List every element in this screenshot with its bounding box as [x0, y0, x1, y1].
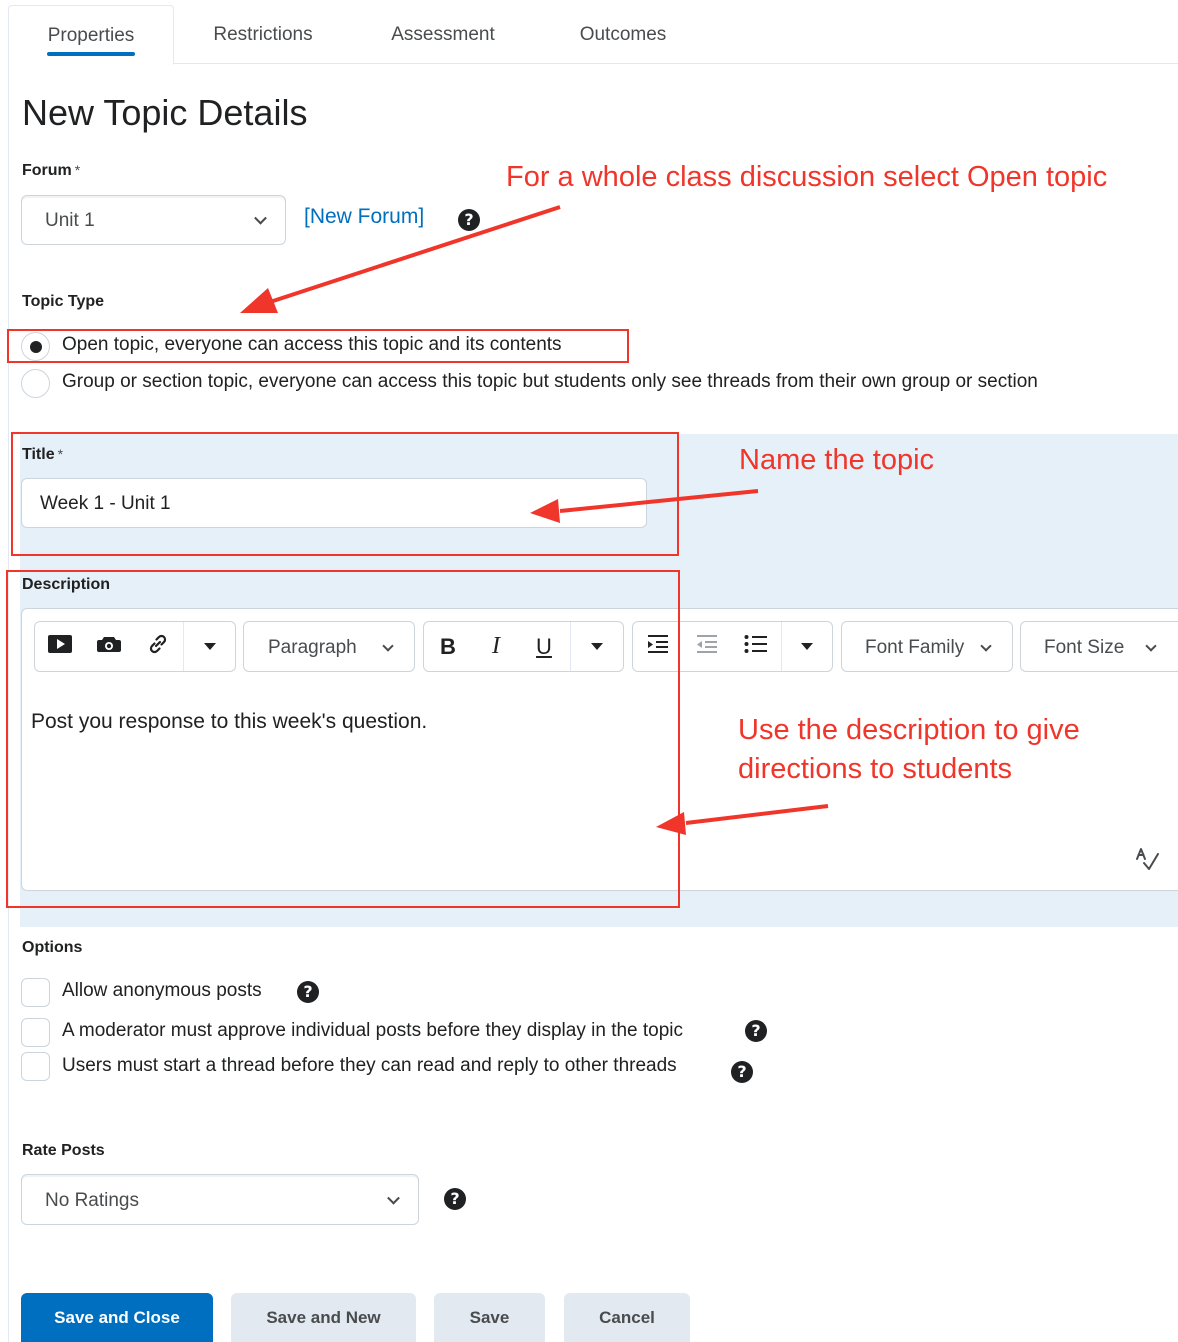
rate-posts-label: Rate Posts	[22, 1142, 105, 1159]
new-forum-link[interactable]: [New Forum]	[304, 205, 424, 229]
moderate-posts-checkbox[interactable]	[21, 1018, 50, 1047]
anonymous-posts-label: Allow anonymous posts	[62, 980, 262, 1001]
tab-restrictions[interactable]: Restrictions	[198, 5, 328, 64]
forum-select[interactable]: Unit 1	[21, 195, 286, 245]
spellcheck-icon[interactable]	[1134, 846, 1160, 877]
help-icon[interactable]: ?	[444, 1188, 466, 1210]
active-tab-indicator	[47, 52, 135, 56]
save-button[interactable]: Save	[434, 1293, 545, 1342]
annotation-open-topic: For a whole class discussion select Open…	[506, 161, 1108, 193]
forum-select-value: Unit 1	[45, 210, 95, 231]
bullet-list-button[interactable]	[731, 622, 781, 671]
forum-label-text: Forum	[22, 162, 72, 179]
annotation-name-topic: Name the topic	[739, 444, 935, 476]
moderate-posts-label: A moderator must approve individual post…	[62, 1020, 684, 1041]
help-icon[interactable]: ?	[297, 981, 319, 1003]
thread-first-checkbox[interactable]	[21, 1052, 50, 1081]
chevron-down-icon	[1145, 640, 1157, 652]
tab-outcomes[interactable]: Outcomes	[558, 5, 688, 64]
font-size-select[interactable]: Font Size	[1020, 621, 1178, 672]
rate-posts-value: No Ratings	[45, 1190, 139, 1211]
save-and-close-button[interactable]: Save and Close	[21, 1293, 213, 1342]
help-icon[interactable]: ?	[745, 1020, 767, 1042]
outdent-icon	[695, 634, 719, 659]
font-family-select[interactable]: Font Family	[841, 621, 1013, 672]
annotation-description-line2: directions to students	[738, 753, 1013, 785]
help-icon[interactable]: ?	[458, 209, 480, 231]
forum-label: Forum *	[22, 162, 80, 180]
anonymous-posts-checkbox[interactable]	[21, 978, 50, 1007]
tab-restrictions-label: Restrictions	[213, 24, 313, 45]
outdent-button[interactable]	[683, 622, 731, 671]
chevron-down-icon	[254, 211, 267, 225]
tab-assessment[interactable]: Assessment	[378, 5, 508, 64]
open-topic-highlight-box	[7, 329, 629, 363]
tab-properties-label: Properties	[47, 25, 135, 46]
tab-outcomes-label: Outcomes	[579, 24, 667, 45]
tab-properties[interactable]: Properties	[8, 5, 174, 65]
caret-down-icon	[801, 643, 813, 650]
list-more-dropdown[interactable]	[782, 622, 832, 671]
cancel-button[interactable]: Cancel	[564, 1293, 690, 1342]
rate-posts-select[interactable]: No Ratings	[21, 1174, 419, 1225]
tab-assessment-label: Assessment	[391, 24, 495, 45]
required-mark: *	[74, 162, 81, 178]
save-and-new-button[interactable]: Save and New	[231, 1293, 416, 1342]
group-topic-radio[interactable]	[21, 369, 50, 398]
description-highlight-box	[6, 570, 680, 908]
group-topic-label: Group or section topic, everyone can acc…	[62, 371, 1038, 392]
page-title: New Topic Details	[22, 92, 308, 133]
tab-bar: Properties Restrictions Assessment Outco…	[8, 5, 1178, 65]
chevron-down-icon	[387, 1191, 400, 1205]
thread-first-label: Users must start a thread before they ca…	[62, 1055, 677, 1076]
annotation-description-line1: Use the description to give	[738, 714, 1080, 746]
help-icon[interactable]: ?	[731, 1061, 753, 1083]
title-highlight-box	[11, 432, 679, 556]
options-label: Options	[22, 939, 83, 956]
font-size-value: Font Size	[1044, 637, 1125, 658]
list-icon	[744, 634, 768, 659]
topic-type-label: Topic Type	[22, 293, 105, 310]
font-family-value: Font Family	[865, 637, 965, 658]
chevron-down-icon	[980, 640, 992, 652]
